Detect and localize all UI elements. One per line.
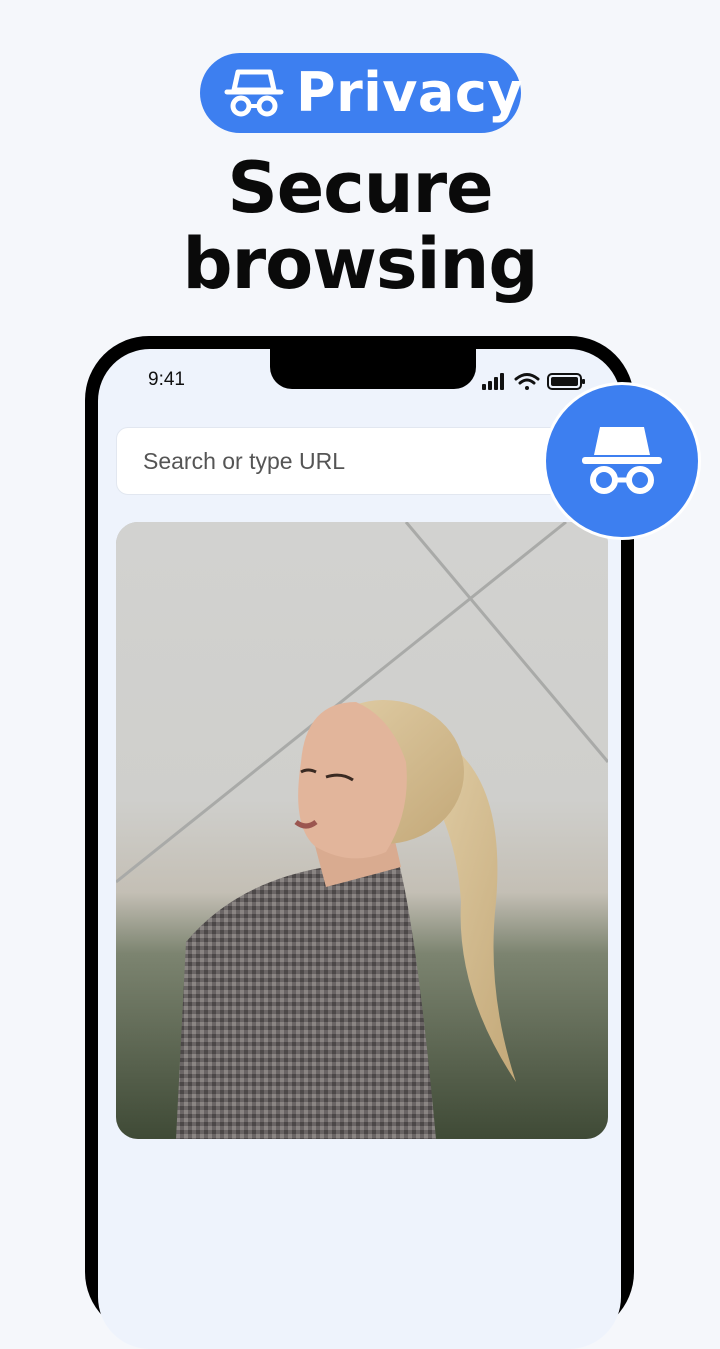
signal-icon <box>482 373 504 390</box>
privacy-label: Privacy <box>296 61 524 124</box>
incognito-button[interactable] <box>546 385 698 537</box>
portrait-photo <box>116 522 608 1139</box>
wifi-icon <box>514 373 540 390</box>
phone-screen: 9:41 Search or type URL <box>98 349 621 1349</box>
notch <box>270 349 476 389</box>
status-time: 9:41 <box>148 369 185 390</box>
privacy-badge: Privacy <box>200 53 524 133</box>
search-placeholder: Search or type URL <box>143 448 345 474</box>
search-input[interactable]: Search or type URL <box>116 427 596 495</box>
battery-icon <box>547 373 585 390</box>
incognito-icon <box>582 427 662 494</box>
headline-line-1: Secure <box>227 147 493 229</box>
headline-line-2: browsing <box>182 223 539 305</box>
status-icons <box>482 373 585 390</box>
incognito-icon <box>224 69 284 117</box>
